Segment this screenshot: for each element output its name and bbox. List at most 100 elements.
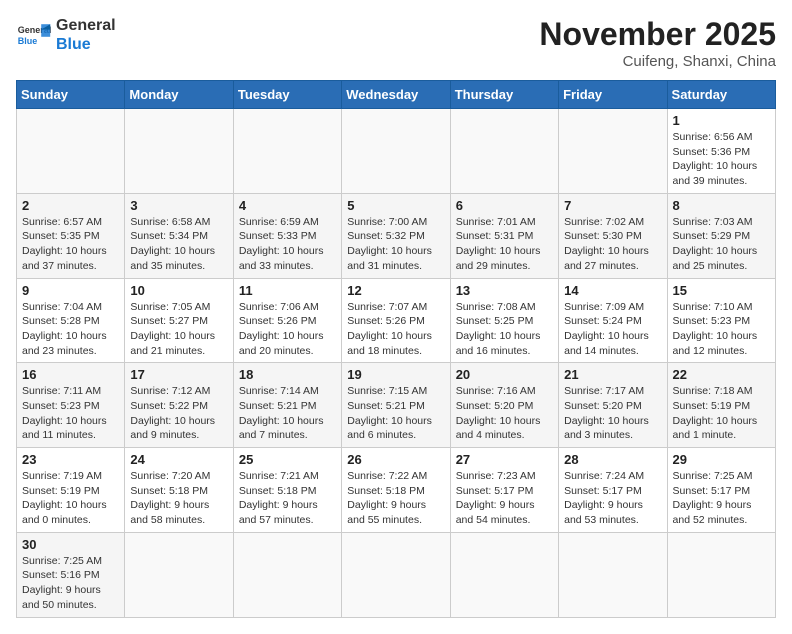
day-info: Sunrise: 7:19 AM Sunset: 5:19 PM Dayligh… (22, 469, 119, 528)
day-number: 1 (673, 113, 770, 128)
day-info: Sunrise: 7:22 AM Sunset: 5:18 PM Dayligh… (347, 469, 444, 528)
day-number: 16 (22, 367, 119, 382)
calendar-cell (559, 109, 667, 194)
calendar-cell (667, 532, 775, 617)
day-number: 10 (130, 283, 227, 298)
calendar-cell (450, 532, 558, 617)
calendar-cell (559, 532, 667, 617)
day-number: 27 (456, 452, 553, 467)
day-info: Sunrise: 6:57 AM Sunset: 5:35 PM Dayligh… (22, 215, 119, 274)
day-number: 26 (347, 452, 444, 467)
calendar-cell: 2Sunrise: 6:57 AM Sunset: 5:35 PM Daylig… (17, 193, 125, 278)
day-info: Sunrise: 6:56 AM Sunset: 5:36 PM Dayligh… (673, 130, 770, 189)
day-number: 28 (564, 452, 661, 467)
day-number: 24 (130, 452, 227, 467)
calendar-cell: 11 Sunrise: 7:06 AM Sunset: 5:26 PM Dayli… (233, 278, 341, 363)
day-info: Sunrise: 7:01 AM Sunset: 5:31 PM Dayligh… (456, 215, 553, 274)
day-info: Sunrise: 6:58 AM Sunset: 5:34 PM Dayligh… (130, 215, 227, 274)
day-number: 9 (22, 283, 119, 298)
day-info: Sunrise: 6:59 AM Sunset: 5:33 PM Dayligh… (239, 215, 336, 274)
day-number: 4 (239, 198, 336, 213)
day-number: 14 (564, 283, 661, 298)
calendar-cell: 6 Sunrise: 7:01 AM Sunset: 5:31 PM Daylig… (450, 193, 558, 278)
calendar-cell: 27Sunrise: 7:23 AM Sunset: 5:17 PM Dayli… (450, 448, 558, 533)
col-tuesday: Tuesday (233, 81, 341, 109)
day-info: Sunrise: 7:05 AM Sunset: 5:27 PM Dayligh… (130, 300, 227, 359)
day-info: Sunrise: 7:25 AM Sunset: 5:16 PM Dayligh… (22, 554, 119, 613)
day-info: Sunrise: 7:07 AM Sunset: 5:26 PM Dayligh… (347, 300, 444, 359)
page-header: General Blue General Blue November 2025 … (16, 16, 776, 70)
col-saturday: Saturday (667, 81, 775, 109)
day-number: 17 (130, 367, 227, 382)
day-info: Sunrise: 7:15 AM Sunset: 5:21 PM Dayligh… (347, 384, 444, 443)
day-number: 5 (347, 198, 444, 213)
logo-general-text: General (56, 16, 116, 35)
svg-text:Blue: Blue (18, 36, 38, 46)
day-info: Sunrise: 7:08 AM Sunset: 5:25 PM Dayligh… (456, 300, 553, 359)
week-row-5: 23Sunrise: 7:19 AM Sunset: 5:19 PM Dayli… (17, 448, 776, 533)
day-number: 22 (673, 367, 770, 382)
day-number: 8 (673, 198, 770, 213)
day-info: Sunrise: 7:09 AM Sunset: 5:24 PM Dayligh… (564, 300, 661, 359)
day-number: 15 (673, 283, 770, 298)
calendar-cell: 18 Sunrise: 7:14 AM Sunset: 5:21 PM Dayli… (233, 363, 341, 448)
day-info: Sunrise: 7:02 AM Sunset: 5:30 PM Dayligh… (564, 215, 661, 274)
day-number: 25 (239, 452, 336, 467)
week-row-3: 9Sunrise: 7:04 AM Sunset: 5:28 PM Daylig… (17, 278, 776, 363)
day-info: Sunrise: 7:00 AM Sunset: 5:32 PM Dayligh… (347, 215, 444, 274)
calendar-cell (342, 109, 450, 194)
calendar-cell (233, 109, 341, 194)
day-number: 18 (239, 367, 336, 382)
day-info: Sunrise: 7:14 AM Sunset: 5:21 PM Dayligh… (239, 384, 336, 443)
month-title: November 2025 (539, 16, 776, 53)
calendar-cell: 8 Sunrise: 7:03 AM Sunset: 5:29 PM Daylig… (667, 193, 775, 278)
day-number: 11 (239, 283, 336, 298)
col-thursday: Thursday (450, 81, 558, 109)
day-info: Sunrise: 7:21 AM Sunset: 5:18 PM Dayligh… (239, 469, 336, 528)
day-number: 3 (130, 198, 227, 213)
col-monday: Monday (125, 81, 233, 109)
logo: General Blue General Blue (16, 16, 116, 54)
title-block: November 2025 Cuifeng, Shanxi, China (539, 16, 776, 70)
calendar-cell: 14 Sunrise: 7:09 AM Sunset: 5:24 PM Dayli… (559, 278, 667, 363)
col-wednesday: Wednesday (342, 81, 450, 109)
calendar-cell: 15 Sunrise: 7:10 AM Sunset: 5:23 PM Dayli… (667, 278, 775, 363)
week-row-4: 16 Sunrise: 7:11 AM Sunset: 5:23 PM Dayli… (17, 363, 776, 448)
day-info: Sunrise: 7:03 AM Sunset: 5:29 PM Dayligh… (673, 215, 770, 274)
day-info: Sunrise: 7:11 AM Sunset: 5:23 PM Dayligh… (22, 384, 119, 443)
calendar-cell: 25 Sunrise: 7:21 AM Sunset: 5:18 PM Dayli… (233, 448, 341, 533)
day-info: Sunrise: 7:17 AM Sunset: 5:20 PM Dayligh… (564, 384, 661, 443)
calendar-table: Sunday Monday Tuesday Wednesday Thursday… (16, 80, 776, 618)
calendar-cell: 5 Sunrise: 7:00 AM Sunset: 5:32 PM Daylig… (342, 193, 450, 278)
day-number: 19 (347, 367, 444, 382)
calendar-cell: 7 Sunrise: 7:02 AM Sunset: 5:30 PM Daylig… (559, 193, 667, 278)
day-info: Sunrise: 7:20 AM Sunset: 5:18 PM Dayligh… (130, 469, 227, 528)
calendar-cell: 1 Sunrise: 6:56 AM Sunset: 5:36 PM Daylig… (667, 109, 775, 194)
calendar-cell (233, 532, 341, 617)
logo-icon: General Blue (16, 17, 52, 53)
calendar-cell: 28Sunrise: 7:24 AM Sunset: 5:17 PM Dayli… (559, 448, 667, 533)
week-row-6: 30Sunrise: 7:25 AM Sunset: 5:16 PM Dayli… (17, 532, 776, 617)
week-row-1: 1 Sunrise: 6:56 AM Sunset: 5:36 PM Daylig… (17, 109, 776, 194)
calendar-cell: 26 Sunrise: 7:22 AM Sunset: 5:18 PM Dayli… (342, 448, 450, 533)
col-friday: Friday (559, 81, 667, 109)
calendar-cell: 20 Sunrise: 7:16 AM Sunset: 5:20 PM Dayli… (450, 363, 558, 448)
calendar-cell: 21Sunrise: 7:17 AM Sunset: 5:20 PM Dayli… (559, 363, 667, 448)
calendar-cell: 23Sunrise: 7:19 AM Sunset: 5:19 PM Dayli… (17, 448, 125, 533)
week-row-2: 2Sunrise: 6:57 AM Sunset: 5:35 PM Daylig… (17, 193, 776, 278)
day-info: Sunrise: 7:16 AM Sunset: 5:20 PM Dayligh… (456, 384, 553, 443)
calendar-header-row: Sunday Monday Tuesday Wednesday Thursday… (17, 81, 776, 109)
logo-blue-text: Blue (56, 35, 116, 54)
calendar-cell: 12Sunrise: 7:07 AM Sunset: 5:26 PM Dayli… (342, 278, 450, 363)
day-info: Sunrise: 7:12 AM Sunset: 5:22 PM Dayligh… (130, 384, 227, 443)
calendar-cell: 29Sunrise: 7:25 AM Sunset: 5:17 PM Dayli… (667, 448, 775, 533)
day-number: 7 (564, 198, 661, 213)
day-number: 13 (456, 283, 553, 298)
day-info: Sunrise: 7:18 AM Sunset: 5:19 PM Dayligh… (673, 384, 770, 443)
day-number: 6 (456, 198, 553, 213)
day-number: 29 (673, 452, 770, 467)
day-info: Sunrise: 7:10 AM Sunset: 5:23 PM Dayligh… (673, 300, 770, 359)
day-number: 20 (456, 367, 553, 382)
day-info: Sunrise: 7:06 AM Sunset: 5:26 PM Dayligh… (239, 300, 336, 359)
calendar-cell: 9Sunrise: 7:04 AM Sunset: 5:28 PM Daylig… (17, 278, 125, 363)
